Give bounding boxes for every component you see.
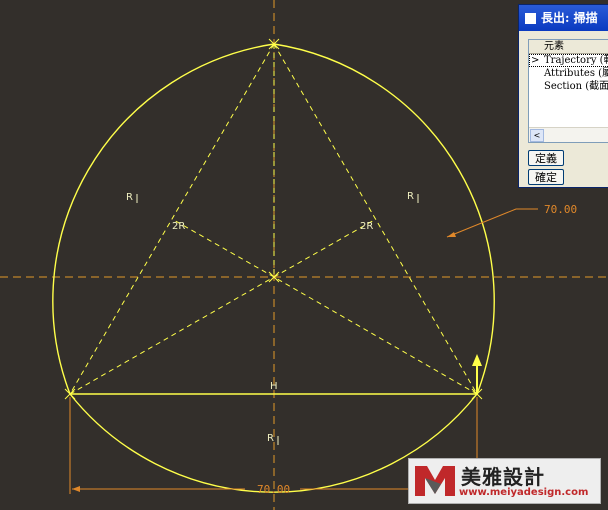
list-item-label: Attributes (屬 bbox=[544, 68, 608, 79]
construction-line-center-left-mid bbox=[171, 218, 275, 278]
radius-label-bottom: R bbox=[267, 433, 274, 444]
construction-line-right-center bbox=[273, 276, 478, 395]
window-icon bbox=[525, 13, 536, 24]
list-item-label: Trajectory (軌 bbox=[544, 55, 608, 66]
radius-label-right: R bbox=[407, 191, 414, 202]
list-item-section[interactable]: Section (截面 bbox=[529, 80, 608, 93]
watermark-url: www.meiyadesign.com bbox=[459, 487, 589, 498]
construction-line-top-right bbox=[273, 43, 478, 395]
scroll-left-icon[interactable]: < bbox=[530, 129, 544, 142]
construction-line-left-center bbox=[69, 276, 275, 395]
list-item-attributes[interactable]: Attributes (屬 bbox=[529, 67, 608, 80]
list-item-label: Section (截面 bbox=[544, 81, 608, 92]
watermark-brand: 美雅設計 bbox=[461, 465, 545, 489]
ok-button[interactable]: 確定 bbox=[528, 169, 564, 185]
sketch-canvas[interactable]: R R R 2R 2R H 70.00 70.00 bbox=[0, 0, 608, 510]
horizontal-constraint-label: H bbox=[270, 381, 278, 392]
watermark: 美雅設計 www.meiyadesign.com bbox=[408, 458, 601, 504]
current-marker-icon: > bbox=[531, 55, 540, 66]
define-button[interactable]: 定義 bbox=[528, 150, 564, 166]
list-item-trajectory[interactable]: > Trajectory (軌 bbox=[529, 54, 608, 67]
dimension-arrow-left bbox=[72, 486, 80, 492]
equal-label-right: 2R bbox=[360, 221, 373, 232]
dialog-titlebar[interactable]: 長出: 掃描 bbox=[519, 5, 608, 31]
dimension-radius-leader bbox=[446, 208, 538, 238]
arc-right[interactable] bbox=[273, 43, 495, 395]
element-list[interactable]: 元素 > Trajectory (軌 Attributes (屬 Section… bbox=[528, 39, 608, 143]
meiya-logo-icon bbox=[415, 466, 455, 496]
horizontal-scrollbar[interactable]: < bbox=[529, 127, 608, 142]
radius-label-left: R bbox=[126, 192, 133, 203]
element-column-header[interactable]: 元素 bbox=[529, 40, 608, 54]
dimension-radius-value[interactable]: 70.00 bbox=[544, 203, 577, 216]
dialog-title: 長出: 掃描 bbox=[541, 11, 598, 25]
sweep-dialog: 長出: 掃描 元素 > Trajectory (軌 Attributes (屬 … bbox=[518, 4, 608, 188]
dimension-width-value[interactable]: 70.00 bbox=[257, 483, 290, 496]
dimension-radius-arrow bbox=[447, 232, 456, 237]
equal-label-left: 2R bbox=[172, 221, 185, 232]
arc-left[interactable] bbox=[52, 43, 275, 395]
